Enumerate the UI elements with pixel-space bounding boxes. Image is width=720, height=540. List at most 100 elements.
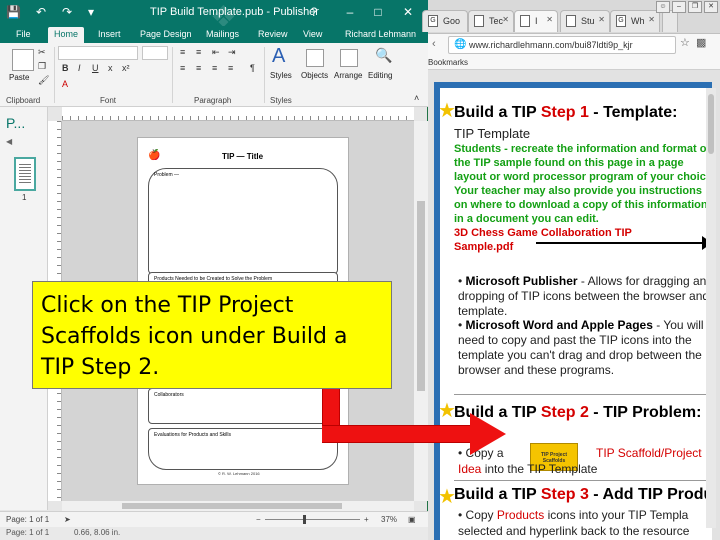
user-icon[interactable]: ☺	[656, 1, 670, 13]
justify-icon[interactable]: ≡	[228, 63, 233, 73]
bookmarks-label[interactable]: Bookmarks	[428, 58, 468, 67]
document-icon	[566, 15, 576, 27]
document-title[interactable]: TIP — Title	[222, 152, 263, 161]
collapse-ribbon-icon[interactable]: ˄	[414, 93, 419, 103]
copy-icon[interactable]: ❐	[38, 61, 46, 72]
close-tab-icon[interactable]: ✕	[648, 15, 655, 24]
undo-icon[interactable]: ↶	[36, 5, 46, 19]
browser-tab-tec[interactable]: Tec ✕	[468, 10, 514, 32]
save-icon[interactable]: 💾	[6, 5, 21, 19]
bookmark-star-icon[interactable]: ☆	[680, 36, 690, 49]
customize-qat-icon[interactable]: ▾	[88, 5, 94, 19]
arrange-button[interactable]: Arrange	[334, 71, 362, 80]
step3-line-2: selected and hyperlink back to the resou…	[458, 524, 690, 538]
extension-icon[interactable]: ▩	[696, 36, 706, 49]
format-painter-icon[interactable]: 🖌	[38, 75, 49, 86]
step1-instructions: Students - recreate the information and …	[454, 143, 712, 225]
font-name-input[interactable]	[58, 46, 138, 60]
font-color-button[interactable]: A	[62, 79, 68, 89]
tab-insert[interactable]: Insert	[92, 27, 127, 43]
pointer-icon: ➤	[64, 515, 71, 524]
editing-button[interactable]: Editing	[368, 71, 392, 80]
bold-button[interactable]: B	[62, 63, 69, 73]
bullet-word-pages: • Microsoft Word and Apple Pages - You w…	[458, 318, 704, 377]
numbering-icon[interactable]: ≡	[196, 47, 201, 57]
zoom-in-button[interactable]: +	[364, 515, 369, 524]
publisher-window: 💾 ↶ ↷ ▾ ❖ TIP Build Template.pub - Publi…	[0, 0, 428, 540]
fit-page-icon[interactable]: ▣	[408, 515, 416, 524]
decrease-indent-icon[interactable]: ⇤	[212, 47, 220, 58]
tab-mailings[interactable]: Mailings	[200, 27, 245, 43]
group-paragraph: Paragraph	[194, 96, 232, 105]
help-button[interactable]: ?	[304, 3, 324, 21]
zoom-slider[interactable]	[265, 519, 360, 520]
new-tab-button[interactable]	[662, 10, 678, 32]
objects-icon[interactable]	[306, 49, 324, 67]
tab-file[interactable]: File	[10, 27, 37, 43]
globe-icon: 🌐	[454, 39, 467, 50]
close-tab-icon[interactable]: ✕	[598, 15, 605, 24]
close-tab-icon[interactable]: ✕	[546, 15, 553, 24]
screenshot-root: 💾 ↶ ↷ ▾ ❖ TIP Build Template.pub - Publi…	[0, 0, 720, 540]
sample-pdf-link[interactable]: 3D Chess Game Collaboration TIP Sample.p…	[454, 226, 654, 254]
styles-button[interactable]: Styles	[270, 71, 292, 80]
tab-view[interactable]: View	[297, 27, 328, 43]
align-left-icon[interactable]: ≡	[180, 63, 185, 73]
step1-subheading: TIP Template	[454, 126, 531, 141]
styles-icon[interactable]: A	[272, 45, 285, 68]
group-clipboard: Clipboard	[6, 96, 41, 105]
browser-tab-active[interactable]: I ✕	[514, 10, 558, 32]
web-page[interactable]: ★ Build a TIP Step 1 - Template: TIP Tem…	[434, 82, 712, 540]
page-thumbnail[interactable]	[14, 157, 36, 191]
paste-button[interactable]: Paste	[9, 73, 29, 82]
subscript-button[interactable]: x	[108, 63, 113, 73]
objects-button[interactable]: Objects	[301, 71, 328, 80]
back-icon[interactable]: ‹	[432, 38, 436, 50]
align-center-icon[interactable]: ≡	[196, 63, 201, 73]
collaborators-box[interactable]: Collaborators	[148, 388, 338, 424]
horizontal-scrollbar[interactable]	[62, 501, 414, 511]
align-right-icon[interactable]: ≡	[212, 63, 217, 73]
close-icon[interactable]: ✕	[398, 3, 418, 21]
minimize-icon[interactable]: –	[340, 3, 360, 21]
tab-home[interactable]: Home	[48, 27, 85, 43]
font-size-input[interactable]	[142, 46, 168, 60]
browser-tab-wh[interactable]: G Wh ✕	[610, 10, 660, 32]
arrange-icon[interactable]	[340, 49, 358, 67]
browser-close-icon[interactable]: ✕	[704, 1, 718, 13]
zoom-level[interactable]: 37%	[381, 515, 397, 524]
superscript-button[interactable]: x²	[122, 63, 130, 73]
page-indicator[interactable]: Page: 1 of 1	[6, 515, 49, 524]
cut-icon[interactable]: ✂	[38, 47, 46, 58]
increase-indent-icon[interactable]: ⇥	[228, 47, 236, 58]
address-bar[interactable]: 🌐 www.richardlehmann.com/bui87ldti9p_kjr	[448, 36, 676, 54]
close-tab-icon[interactable]: ✕	[502, 15, 509, 24]
bullets-icon[interactable]: ≡	[180, 47, 185, 57]
maximize-icon[interactable]: □	[368, 3, 388, 21]
underline-button[interactable]: U	[92, 63, 99, 73]
user-name[interactable]: Richard Lehmann	[339, 27, 422, 43]
paragraph-mark-icon[interactable]: ¶	[250, 63, 255, 73]
zoom-out-button[interactable]: −	[256, 515, 261, 524]
divider	[454, 394, 712, 395]
zoom-slider-knob[interactable]	[303, 515, 306, 524]
separator	[172, 47, 173, 103]
browser-tab-stu[interactable]: Stu ✕	[560, 10, 610, 32]
tab-page-design[interactable]: Page Design	[134, 27, 198, 43]
evaluations-box[interactable]: Evaluations for Products and Skills	[148, 428, 338, 470]
browser-scrollbar[interactable]	[706, 88, 716, 528]
find-icon[interactable]: 🔍	[375, 47, 392, 64]
paste-icon[interactable]	[12, 49, 34, 71]
browser-restore-icon[interactable]: ❐	[688, 1, 702, 13]
problem-box[interactable]: Problem —	[148, 168, 338, 274]
browser-tab-google[interactable]: G Goo	[422, 10, 468, 32]
background-page-indicator: Page: 1 of 1	[6, 528, 50, 537]
collapse-pane-icon[interactable]: ◀	[6, 137, 12, 146]
copyright-text: © R. W. Lehmann 2016	[218, 471, 260, 476]
divider	[454, 480, 712, 481]
tab-review[interactable]: Review	[252, 27, 294, 43]
redo-icon[interactable]: ↷	[62, 5, 72, 19]
italic-button[interactable]: I	[78, 63, 81, 73]
browser-minimize-icon[interactable]: –	[672, 1, 686, 13]
vertical-scrollbar[interactable]	[414, 121, 428, 501]
